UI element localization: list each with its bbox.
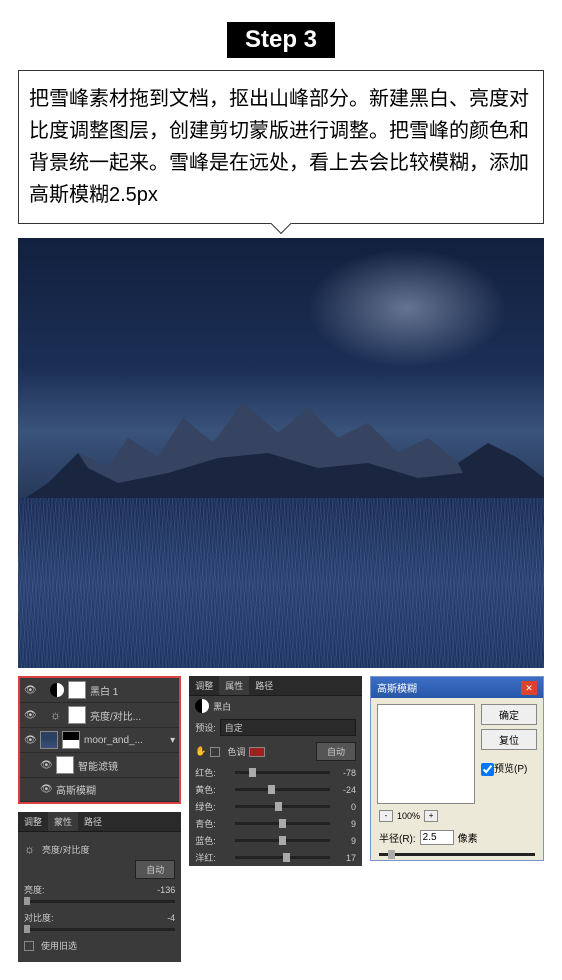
visibility-icon[interactable]: 👁 bbox=[24, 685, 36, 696]
contrast-value[interactable]: -4 bbox=[167, 913, 175, 923]
layer-row-smartobj[interactable]: 👁 moor_and_... ▾ bbox=[20, 728, 179, 753]
layer-row-smartfilters[interactable]: 👁 智能滤镜 bbox=[20, 753, 179, 778]
step-badge: Step 3 bbox=[227, 22, 335, 58]
tab-adjust[interactable]: 调整 bbox=[18, 812, 48, 831]
composite-preview bbox=[18, 238, 544, 668]
layer-mask-thumb[interactable] bbox=[68, 706, 86, 724]
layer-label: moor_and_... bbox=[84, 735, 143, 746]
magenta-slider[interactable] bbox=[235, 856, 330, 859]
ok-button[interactable]: 确定 bbox=[481, 704, 537, 725]
tab-paths[interactable]: 路径 bbox=[78, 812, 108, 831]
contrast-slider[interactable] bbox=[24, 928, 175, 931]
yellow-value[interactable]: -24 bbox=[334, 785, 356, 795]
tone-label: 色调 bbox=[227, 745, 245, 758]
auto-button[interactable]: 自动 bbox=[135, 860, 175, 879]
blue-label: 蓝色: bbox=[195, 834, 231, 847]
tab-properties[interactable]: 属性 bbox=[219, 676, 249, 695]
layer-row-bw[interactable]: 👁 黑白 1 bbox=[20, 678, 179, 703]
instruction-text: 把雪峰素材拖到文档，抠出山峰部分。新建黑白、亮度对比度调整图层，创建剪切蒙版进行… bbox=[29, 88, 529, 206]
black-white-panel[interactable]: 调整 属性 路径 黑白 预设:自定 ✋ 色调 自动 红色:-78 黄色:-24 … bbox=[189, 676, 362, 866]
visibility-icon[interactable]: 👁 bbox=[40, 784, 52, 795]
preview-checkbox[interactable] bbox=[481, 763, 494, 776]
bw-title: 黑白 bbox=[213, 700, 231, 713]
visibility-icon[interactable]: 👁 bbox=[24, 735, 36, 746]
radius-input[interactable] bbox=[420, 830, 454, 845]
brightness-label: 亮度: bbox=[24, 883, 64, 896]
contrast-label: 对比度: bbox=[24, 911, 64, 924]
zoom-value: 100% bbox=[397, 811, 420, 821]
zoom-out-button[interactable]: - bbox=[379, 810, 393, 822]
radius-unit: 像素 bbox=[458, 830, 478, 845]
panel-title: 亮度/对比度 bbox=[42, 843, 90, 856]
cyan-slider[interactable] bbox=[235, 822, 330, 825]
yellow-label: 黄色: bbox=[195, 783, 231, 796]
tint-color-swatch[interactable] bbox=[249, 747, 265, 757]
blur-preview[interactable] bbox=[377, 704, 475, 804]
layer-row-gaussian[interactable]: 👁 高斯模糊 bbox=[20, 778, 179, 802]
cyan-value[interactable]: 9 bbox=[334, 819, 356, 829]
instruction-box: 把雪峰素材拖到文档，抠出山峰部分。新建黑白、亮度对比度调整图层，创建剪切蒙版进行… bbox=[18, 70, 544, 224]
green-value[interactable]: 0 bbox=[334, 802, 356, 812]
chevron-down-icon[interactable]: ▾ bbox=[170, 735, 175, 746]
layer-row-brightness[interactable]: 👁 亮度/对比... bbox=[20, 703, 179, 728]
visibility-icon[interactable]: 👁 bbox=[24, 710, 36, 721]
red-slider[interactable] bbox=[235, 771, 330, 774]
tab-paths[interactable]: 路径 bbox=[249, 676, 279, 695]
magenta-label: 洋红: bbox=[195, 851, 231, 864]
cyan-label: 青色: bbox=[195, 817, 231, 830]
layer-label: 亮度/对比... bbox=[90, 708, 141, 723]
dialog-title: 高斯模糊 bbox=[377, 680, 417, 695]
layer-mask-thumb[interactable] bbox=[62, 731, 80, 749]
layer-label: 黑白 1 bbox=[90, 683, 118, 698]
close-button[interactable]: ✕ bbox=[521, 681, 537, 695]
filter-mask-thumb[interactable] bbox=[56, 756, 74, 774]
radius-slider[interactable] bbox=[379, 853, 535, 856]
brightness-slider[interactable] bbox=[24, 900, 175, 903]
auto-button[interactable]: 自动 bbox=[316, 742, 356, 761]
brightness-contrast-panel[interactable]: 调整 蒙性 路径 亮度/对比度 自动 亮度: -136 对比度: -4 使用旧选 bbox=[18, 812, 181, 962]
preset-label: 预设: bbox=[195, 721, 216, 734]
zoom-in-button[interactable]: + bbox=[424, 810, 438, 822]
brightness-value[interactable]: -136 bbox=[157, 885, 175, 895]
red-value[interactable]: -78 bbox=[334, 768, 356, 778]
legacy-checkbox[interactable] bbox=[24, 941, 34, 951]
reset-button[interactable]: 复位 bbox=[481, 729, 537, 750]
bw-adjustment-icon bbox=[50, 683, 64, 697]
layers-panel[interactable]: 👁 黑白 1 👁 亮度/对比... 👁 moor_and_... ▾ bbox=[18, 676, 181, 804]
bw-icon bbox=[195, 699, 209, 713]
magenta-value[interactable]: 17 bbox=[334, 853, 356, 863]
preview-label: 预览(P) bbox=[494, 764, 527, 775]
visibility-icon[interactable]: 👁 bbox=[40, 760, 52, 771]
legacy-label: 使用旧选 bbox=[41, 939, 77, 952]
yellow-slider[interactable] bbox=[235, 788, 330, 791]
radius-label: 半径(R): bbox=[379, 830, 416, 845]
layer-label: 智能滤镜 bbox=[78, 758, 118, 773]
green-label: 绿色: bbox=[195, 800, 231, 813]
hand-icon[interactable]: ✋ bbox=[195, 746, 206, 757]
layer-thumb[interactable] bbox=[40, 731, 58, 749]
blue-slider[interactable] bbox=[235, 839, 330, 842]
brightness-icon bbox=[24, 842, 38, 856]
blue-value[interactable]: 9 bbox=[334, 836, 356, 846]
brightness-adjustment-icon bbox=[50, 708, 64, 722]
green-slider[interactable] bbox=[235, 805, 330, 808]
red-label: 红色: bbox=[195, 766, 231, 779]
layer-label: 高斯模糊 bbox=[56, 782, 96, 797]
preset-select[interactable]: 自定 bbox=[220, 719, 356, 736]
tone-checkbox[interactable] bbox=[210, 747, 220, 757]
tab-adjust[interactable]: 调整 bbox=[189, 676, 219, 695]
layer-mask-thumb[interactable] bbox=[68, 681, 86, 699]
gaussian-blur-dialog[interactable]: 高斯模糊 ✕ 确定 复位 预览(P) - 100% + 半径(R): 像素 bbox=[370, 676, 544, 861]
tab-properties[interactable]: 蒙性 bbox=[48, 812, 78, 831]
